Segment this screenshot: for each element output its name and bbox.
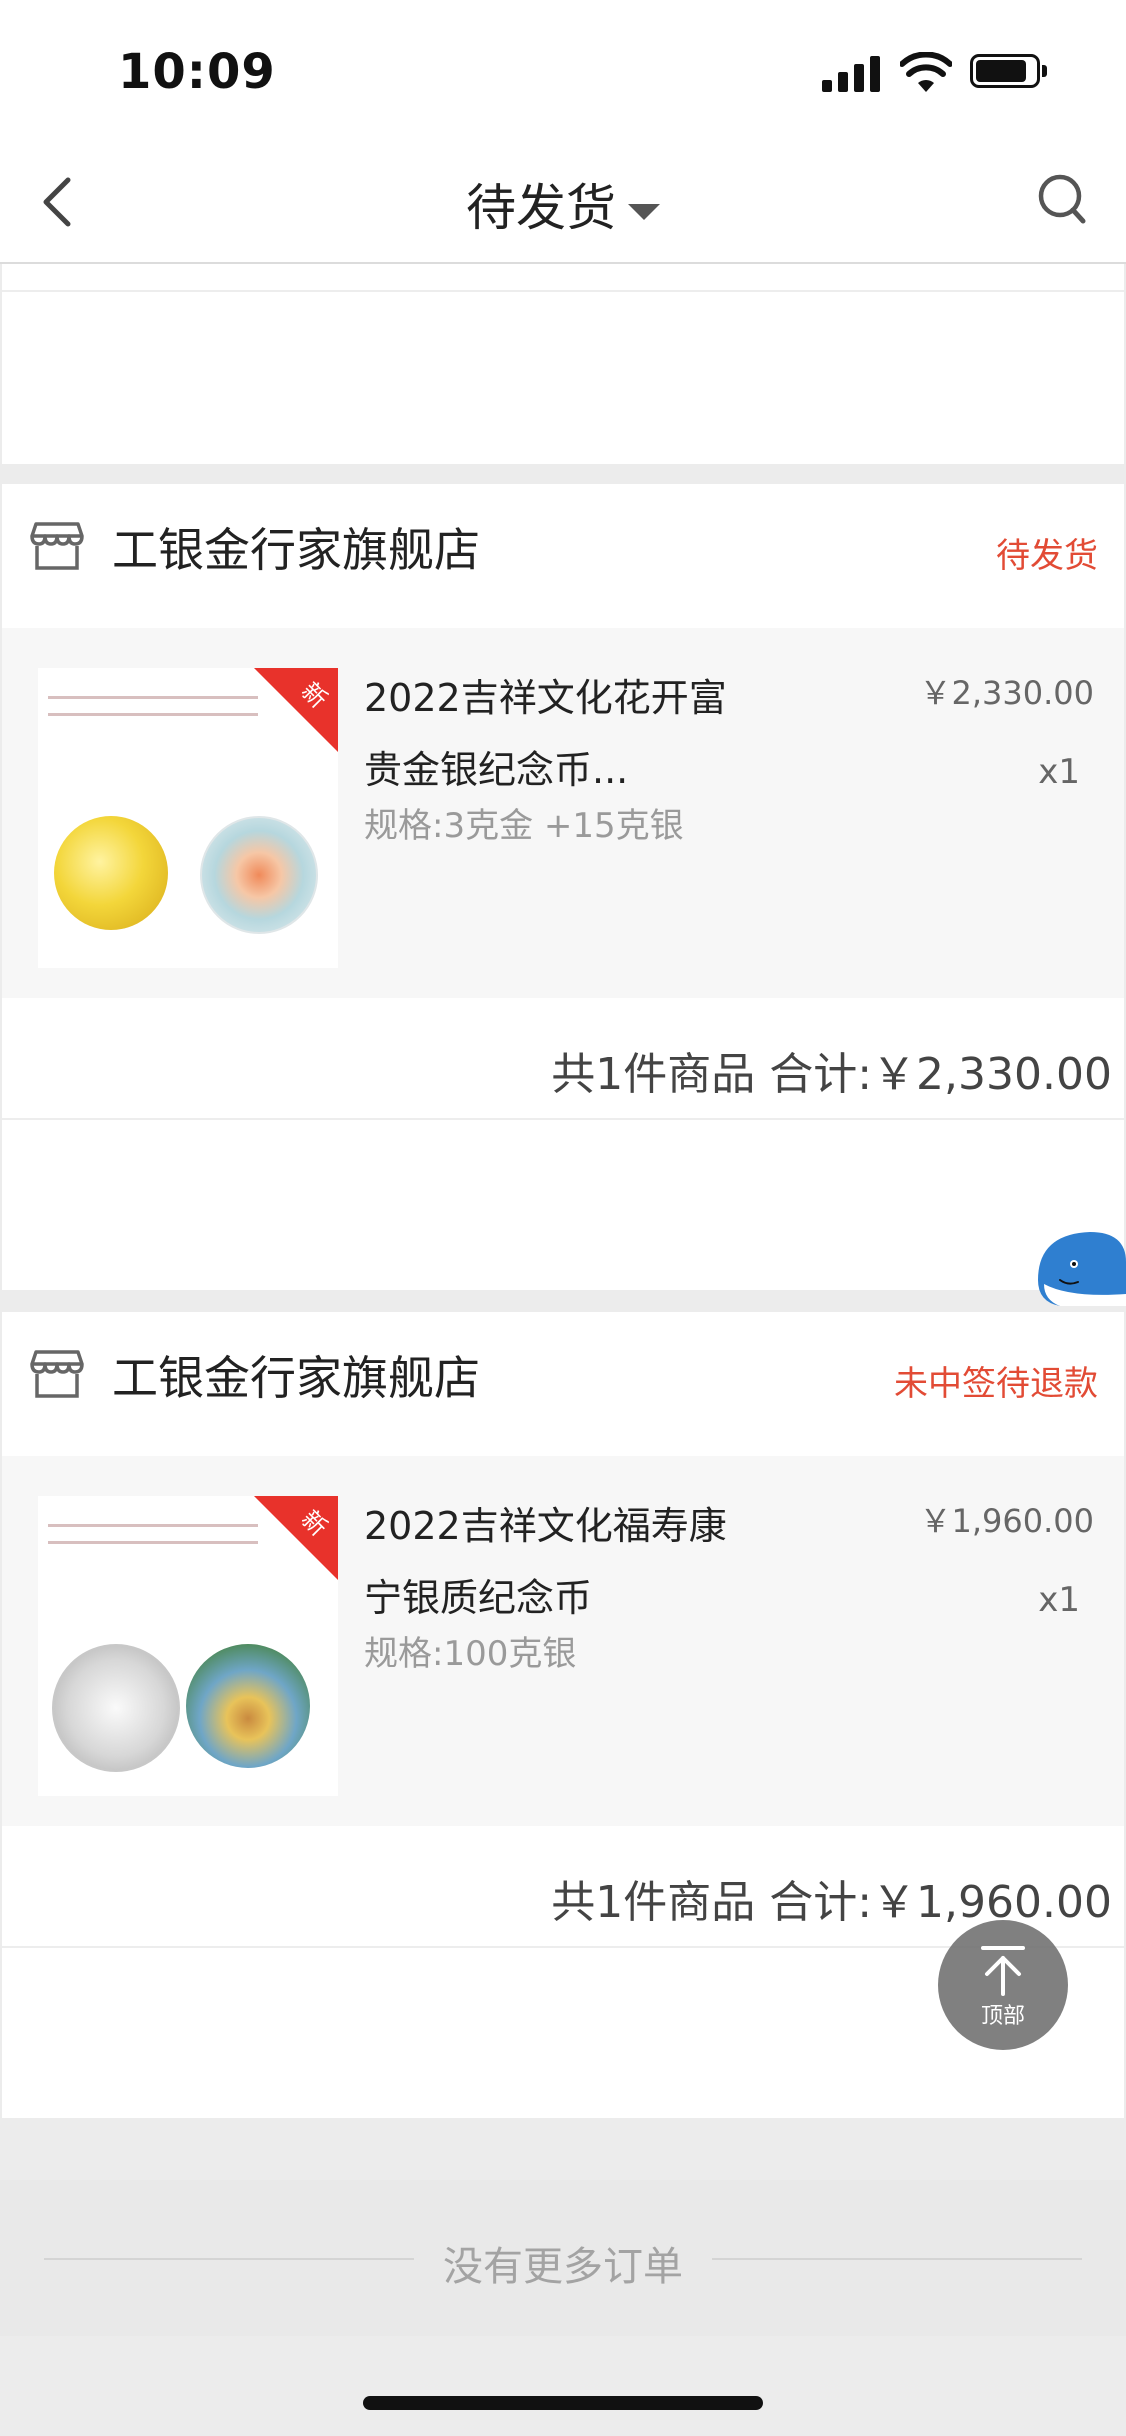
nav-bar: 待发货 bbox=[0, 140, 1126, 264]
product-spec: 规格:100克银 bbox=[364, 1634, 577, 1674]
battery-icon bbox=[970, 54, 1050, 92]
store-icon bbox=[30, 1350, 84, 1398]
store-icon bbox=[30, 522, 84, 570]
product-title[interactable]: 2022吉祥文化福寿康宁银质纪念币 bbox=[364, 1490, 744, 1634]
back-to-top-label: 顶部 bbox=[980, 2004, 1025, 2029]
order-status: 未中签待退款 bbox=[894, 1364, 1098, 1404]
wifi-icon bbox=[900, 52, 952, 92]
product-spec: 规格:3克金 +15克银 bbox=[364, 806, 684, 846]
whale-mascot-icon[interactable] bbox=[1030, 1210, 1126, 1306]
product-price: ￥2,330.00 bbox=[919, 674, 1094, 712]
home-indicator[interactable] bbox=[363, 2396, 763, 2410]
order-item[interactable]: 新 2022吉祥文化福寿康宁银质纪念币 规格:100克银 ￥1,960.00 x… bbox=[2, 1456, 1124, 1826]
product-quantity: x1 bbox=[1038, 1580, 1080, 1620]
order-status: 待发货 bbox=[996, 536, 1098, 576]
no-more-orders-text: 没有更多订单 bbox=[443, 2244, 683, 2290]
order-item[interactable]: 新 2022吉祥文化花开富贵金银纪念币... 规格:3克金 +15克银 ￥2,3… bbox=[2, 628, 1124, 998]
search-icon[interactable] bbox=[1036, 170, 1090, 230]
product-image[interactable]: 新 bbox=[38, 1496, 338, 1796]
status-bar: 10:09 bbox=[0, 0, 1126, 140]
order-card-previous bbox=[2, 264, 1124, 464]
order-total: 共1件商品 合计:￥1,960.00 bbox=[551, 1877, 1112, 1928]
store-name[interactable]: 工银金行家旗舰店 bbox=[112, 514, 480, 580]
product-price: ￥1,960.00 bbox=[919, 1502, 1094, 1540]
order-total: 共1件商品 合计:￥2,330.00 bbox=[551, 1049, 1112, 1100]
store-name[interactable]: 工银金行家旗舰店 bbox=[112, 1342, 480, 1408]
back-to-top-button[interactable]: 顶部 bbox=[938, 1920, 1068, 2050]
page-title-dropdown[interactable]: 待发货 bbox=[0, 168, 1126, 240]
arrow-up-icon bbox=[981, 1946, 1025, 1996]
page-title: 待发货 bbox=[466, 179, 616, 237]
chevron-down-icon bbox=[628, 203, 660, 220]
order-card[interactable]: 工银金行家旗舰店 待发货 新 2022吉祥文化花开富贵金银纪念币... 规格:3… bbox=[2, 484, 1124, 1290]
product-image[interactable]: 新 bbox=[38, 668, 338, 968]
no-more-orders: 没有更多订单 bbox=[0, 2180, 1126, 2336]
product-quantity: x1 bbox=[1038, 752, 1080, 792]
status-time: 10:09 bbox=[118, 44, 276, 100]
signal-icon bbox=[822, 56, 884, 92]
product-title[interactable]: 2022吉祥文化花开富贵金银纪念币... bbox=[364, 662, 744, 806]
